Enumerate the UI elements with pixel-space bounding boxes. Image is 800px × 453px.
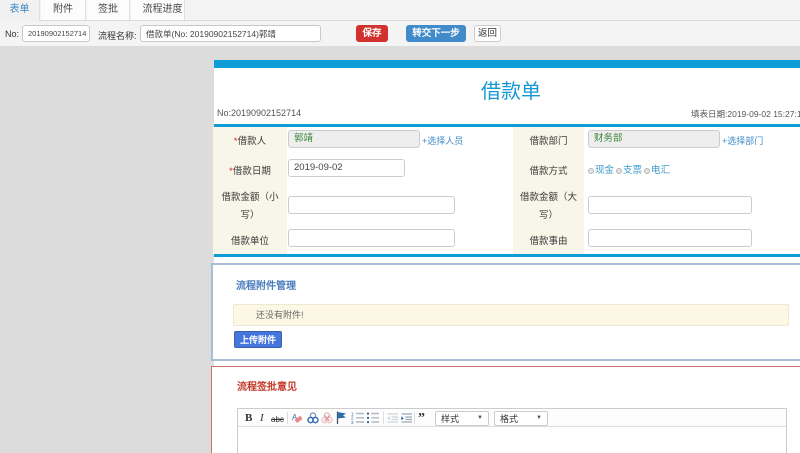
svg-text:3: 3 (351, 420, 354, 424)
